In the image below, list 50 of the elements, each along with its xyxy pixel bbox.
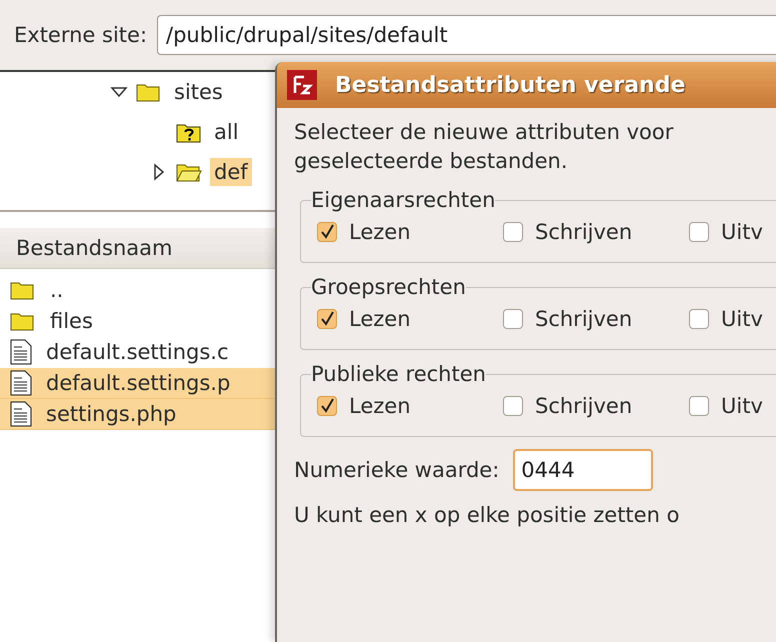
unchecked-box-icon[interactable]	[689, 309, 709, 329]
permission-checkbox[interactable]: Uitv	[689, 394, 776, 418]
hint-text: U kunt een x op elke positie zetten o	[294, 503, 680, 527]
open-folder-icon	[176, 162, 202, 182]
unchecked-box-icon[interactable]	[689, 222, 709, 242]
file-name: settings.php	[46, 402, 176, 426]
dialog-title: Bestandsattributen verande	[335, 72, 686, 98]
file-row[interactable]: files	[0, 306, 275, 337]
permission-checkbox[interactable]: Lezen	[317, 220, 503, 244]
checked-box-icon[interactable]	[317, 396, 337, 416]
folder-icon	[136, 82, 162, 102]
group-title: Publieke rechten	[311, 362, 486, 386]
checked-box-icon[interactable]	[317, 309, 337, 329]
tree-item[interactable]: def	[210, 158, 252, 186]
remote-path-field[interactable]: /public/drupal/sites/default	[157, 15, 776, 55]
permission-checkbox[interactable]: Uitv	[689, 220, 776, 244]
folder-icon	[10, 311, 36, 331]
numeric-value-label: Numerieke waarde:	[294, 458, 500, 482]
file-row[interactable]: default.settings.p	[0, 368, 275, 399]
folder-icon	[10, 280, 36, 300]
checked-box-icon[interactable]	[317, 222, 337, 242]
unchecked-box-icon[interactable]	[503, 309, 523, 329]
group-title: Groepsrechten	[311, 275, 466, 299]
file-name: ..	[50, 278, 64, 302]
tree-item[interactable]: all	[210, 118, 243, 146]
app-logo-icon	[287, 70, 317, 100]
document-icon	[10, 401, 32, 427]
file-row[interactable]: ..	[0, 275, 275, 306]
column-header[interactable]: Bestandsnaam	[0, 228, 275, 269]
permission-checkbox[interactable]: Lezen	[317, 394, 503, 418]
group-title: Eigenaarsrechten	[311, 188, 496, 212]
remote-site-label: Externe site:	[14, 23, 148, 47]
file-name: files	[50, 309, 93, 333]
document-icon	[10, 339, 32, 365]
unchecked-box-icon[interactable]	[503, 222, 523, 242]
permission-checkbox[interactable]: Schrijven	[503, 307, 689, 331]
file-row[interactable]: settings.php	[0, 399, 275, 430]
numeric-value-field[interactable]: 0444	[513, 449, 654, 491]
permission-checkbox[interactable]: Lezen	[317, 307, 503, 331]
document-icon	[10, 370, 32, 396]
file-name: default.settings.c	[46, 340, 229, 364]
dialog-instructions: Selecteer de nieuwe attributen voor geselecteerde bestanden.	[294, 119, 674, 175]
permission-checkbox[interactable]: Schrijven	[503, 394, 689, 418]
tree-item[interactable]: sites	[170, 78, 227, 106]
permission-checkbox[interactable]: Uitv	[689, 307, 776, 331]
file-name: default.settings.p	[46, 371, 230, 395]
unchecked-box-icon[interactable]	[689, 396, 709, 416]
file-row[interactable]: default.settings.c	[0, 337, 275, 368]
permission-checkbox[interactable]: Schrijven	[503, 220, 689, 244]
unchecked-box-icon[interactable]	[503, 396, 523, 416]
